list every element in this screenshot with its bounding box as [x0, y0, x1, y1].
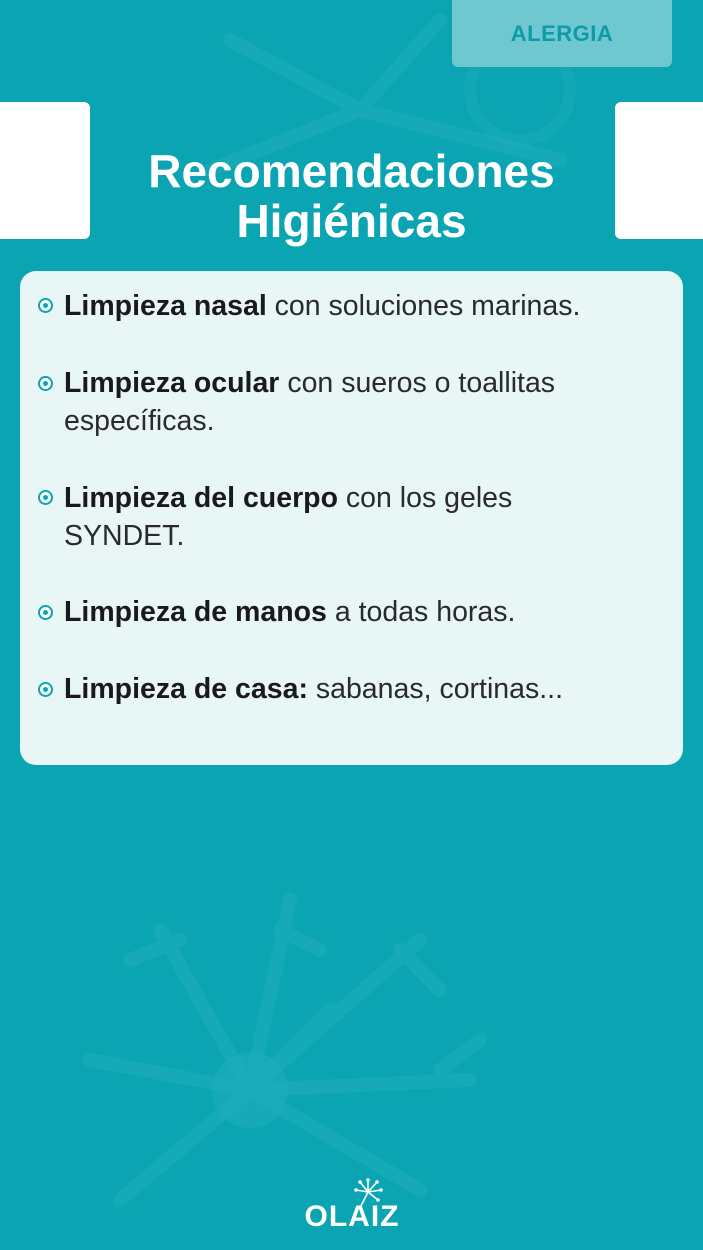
list-item: Limpieza del cuerpo con los geles SYNDET…	[64, 479, 584, 555]
category-tag: ALERGIA	[452, 0, 672, 67]
page-title: Recomendaciones Higiénicas	[100, 146, 603, 246]
list-item-text: con soluciones marinas.	[266, 290, 581, 322]
circle-bullet-icon	[38, 605, 53, 620]
circle-bullet-icon	[38, 298, 53, 313]
list-item-text: a todas horas.	[326, 596, 516, 628]
list-item-bold: Limpieza del cuerpo	[64, 482, 338, 514]
list-item-bold: Limpieza de manos	[64, 596, 327, 628]
list-item: Limpieza de manos a todas horas.	[64, 593, 654, 631]
right-decorative-block	[615, 102, 703, 239]
category-tag-label: ALERGIA	[510, 20, 614, 46]
list-item: Limpieza nasal con soluciones marinas.	[64, 287, 654, 325]
brand-logo-text: OLAIZ	[304, 1200, 400, 1233]
list-item-text: sabanas, cortinas...	[307, 673, 563, 705]
list-item: Limpieza ocular con sueros o toallitas e…	[64, 364, 624, 440]
circle-bullet-icon	[38, 682, 53, 697]
left-decorative-block	[0, 102, 90, 239]
list-item-bold: Limpieza nasal	[64, 290, 267, 322]
brand-logo: OLAIZ	[300, 1178, 404, 1234]
list-item-bold: Limpieza de casa:	[64, 673, 308, 705]
list-item: Limpieza de casa: sabanas, cortinas...	[64, 670, 654, 708]
list-item-bold: Limpieza ocular	[64, 367, 280, 399]
page-title-line-1: Recomendaciones	[148, 145, 555, 197]
circle-bullet-icon	[38, 490, 53, 505]
page-title-line-2: Higiénicas	[236, 195, 467, 247]
circle-bullet-icon	[38, 376, 53, 391]
